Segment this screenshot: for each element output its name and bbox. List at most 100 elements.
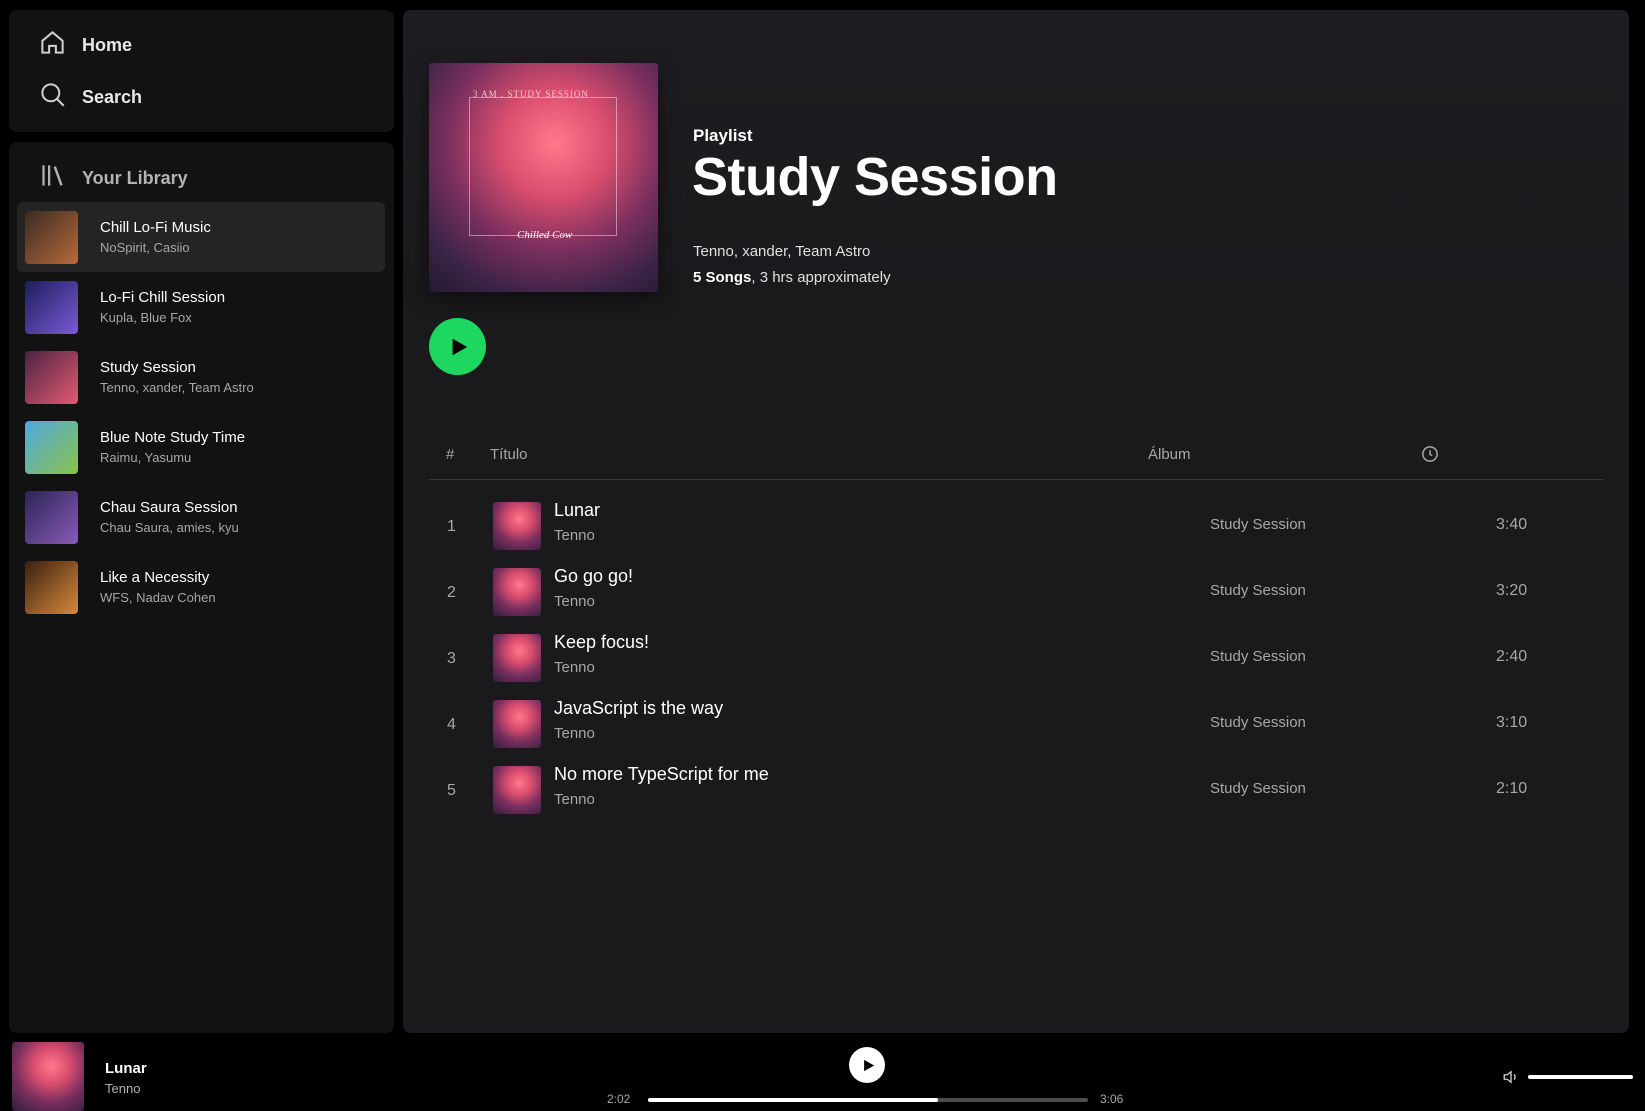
library-list: Chill Lo-Fi Music NoSpirit, Casiio Lo-Fi … — [17, 202, 385, 622]
cover-logo: Chilled Cow — [517, 229, 573, 241]
track-album[interactable]: Study Session — [1210, 780, 1306, 797]
tracklist-header: # Título Álbum — [429, 446, 1604, 480]
library-item-subtitle: Raimu, Yasumu — [100, 450, 192, 465]
track-number: 5 — [447, 782, 456, 799]
track-cover — [493, 502, 541, 550]
progress-bar[interactable] — [648, 1098, 1088, 1102]
track-title: JavaScript is the way — [554, 698, 724, 718]
track-title: No more TypeScript for me — [554, 764, 769, 784]
track-title: Lunar — [554, 500, 601, 520]
search-icon — [39, 81, 66, 113]
nav-search-label: Search — [82, 86, 143, 107]
nav-home[interactable]: Home — [39, 29, 132, 61]
library-item[interactable]: Chau Saura Session Chau Saura, amies, kyu — [17, 482, 385, 552]
track-album[interactable]: Study Session — [1210, 714, 1306, 731]
library-item[interactable]: Lo-Fi Chill Session Kupla, Blue Fox — [17, 272, 385, 342]
clock-icon — [1421, 445, 1439, 467]
track-row[interactable]: 4 JavaScript is the way Tenno Study Sess… — [429, 692, 1604, 758]
library-item-subtitle: WFS, Nadav Cohen — [100, 590, 216, 605]
total-time: 3:06 — [1100, 1092, 1124, 1106]
library-item[interactable]: Study Session Tenno, xander, Team Astro — [17, 342, 385, 412]
page-title: Study Session — [692, 147, 1058, 207]
library-item-subtitle: Tenno, xander, Team Astro — [100, 380, 254, 395]
track-duration: 3:20 — [1496, 582, 1528, 599]
track-cover — [493, 634, 541, 682]
progress-fill — [648, 1098, 939, 1102]
now-playing-cover[interactable] — [12, 1042, 84, 1111]
track-duration: 3:40 — [1496, 516, 1528, 533]
nav-search[interactable]: Search — [39, 81, 142, 113]
player-play-button[interactable] — [849, 1047, 885, 1083]
play-button[interactable] — [429, 318, 486, 375]
track-row[interactable]: 3 Keep focus! Tenno Study Session 2:40 — [429, 626, 1604, 692]
track-duration: 2:40 — [1496, 648, 1528, 665]
column-album: Álbum — [1148, 446, 1191, 463]
track-row[interactable]: 1 Lunar Tenno Study Session 3:40 — [429, 494, 1604, 560]
playlist-cover — [25, 420, 78, 474]
library-item-subtitle: NoSpirit, Casiio — [100, 240, 190, 255]
current-time: 2:02 — [607, 1092, 631, 1106]
column-title: Título — [490, 446, 528, 463]
track-cover — [493, 766, 541, 814]
track-number: 4 — [447, 716, 456, 733]
volume-fill — [1528, 1075, 1633, 1079]
now-playing-artist[interactable]: Tenno — [105, 1081, 140, 1096]
track-number: 2 — [447, 584, 456, 601]
track-album[interactable]: Study Session — [1210, 516, 1306, 533]
library-item-title: Study Session — [100, 359, 196, 376]
playlist-cover — [25, 560, 78, 614]
cover-text: 3 AM . STUDY SESSION — [473, 89, 589, 99]
playlist-meta: 5 Songs, 3 hrs approximately — [693, 269, 891, 286]
track-title: Go go go! — [554, 566, 634, 586]
library-item-subtitle: Kupla, Blue Fox — [100, 310, 192, 325]
playlist-cover-art: 3 AM . STUDY SESSION Chilled Cow — [429, 63, 658, 292]
track-artist[interactable]: Tenno — [554, 527, 595, 544]
volume-slider[interactable] — [1528, 1075, 1633, 1079]
playlist-cover — [25, 490, 78, 544]
playlist-type-label: Playlist — [693, 126, 753, 145]
track-number: 3 — [447, 650, 456, 667]
play-icon — [863, 1059, 874, 1071]
track-row[interactable]: 2 Go go go! Tenno Study Session 3:20 — [429, 560, 1604, 626]
track-artist[interactable]: Tenno — [554, 725, 595, 742]
tracklist: 1 Lunar Tenno Study Session 3:40 2 Go go… — [429, 494, 1604, 824]
playlist-cover — [25, 350, 78, 404]
playlist-cover — [25, 280, 78, 334]
track-album[interactable]: Study Session — [1210, 648, 1306, 665]
library-item-title: Lo-Fi Chill Session — [100, 289, 226, 306]
track-cover — [493, 700, 541, 748]
playlist-duration: , 3 hrs approximately — [751, 269, 891, 286]
nav-panel: Home Search — [9, 10, 394, 132]
volume-icon[interactable] — [1502, 1068, 1520, 1086]
track-number: 1 — [447, 518, 456, 535]
now-playing-title[interactable]: Lunar — [105, 1060, 147, 1077]
library-item-title: Like a Necessity — [100, 569, 210, 586]
your-library-button[interactable]: Your Library — [39, 162, 188, 194]
track-artist[interactable]: Tenno — [554, 791, 595, 808]
nav-home-label: Home — [82, 34, 133, 55]
home-icon — [39, 29, 66, 61]
library-panel: Your Library Chill Lo-Fi Music NoSpirit, … — [9, 142, 394, 1033]
library-icon — [39, 162, 66, 194]
column-number: # — [446, 446, 455, 463]
library-item[interactable]: Blue Note Study Time Raimu, Yasumu — [17, 412, 385, 482]
track-duration: 3:10 — [1496, 714, 1528, 731]
library-item-title: Chau Saura Session — [100, 499, 238, 516]
track-artist[interactable]: Tenno — [554, 659, 595, 676]
track-album[interactable]: Study Session — [1210, 582, 1306, 599]
track-row[interactable]: 5 No more TypeScript for me Tenno Study … — [429, 758, 1604, 824]
library-item-title: Blue Note Study Time — [100, 429, 246, 446]
playlist-artists: Tenno, xander, Team Astro — [693, 243, 871, 260]
track-artist[interactable]: Tenno — [554, 593, 595, 610]
now-playing-bar: Lunar Tenno 2:02 3:06 — [0, 1038, 1645, 1111]
track-title: Keep focus! — [554, 632, 650, 652]
main-content: 3 AM . STUDY SESSION Chilled Cow Playlis… — [403, 10, 1629, 1033]
track-duration: 2:10 — [1496, 780, 1528, 797]
library-item-title: Chill Lo-Fi Music — [100, 219, 211, 236]
play-icon — [452, 338, 468, 355]
library-item[interactable]: Like a Necessity WFS, Nadav Cohen — [17, 552, 385, 622]
library-label: Your Library — [82, 167, 188, 188]
track-cover — [493, 568, 541, 616]
library-item[interactable]: Chill Lo-Fi Music NoSpirit, Casiio — [17, 202, 385, 272]
playlist-cover — [25, 210, 78, 264]
